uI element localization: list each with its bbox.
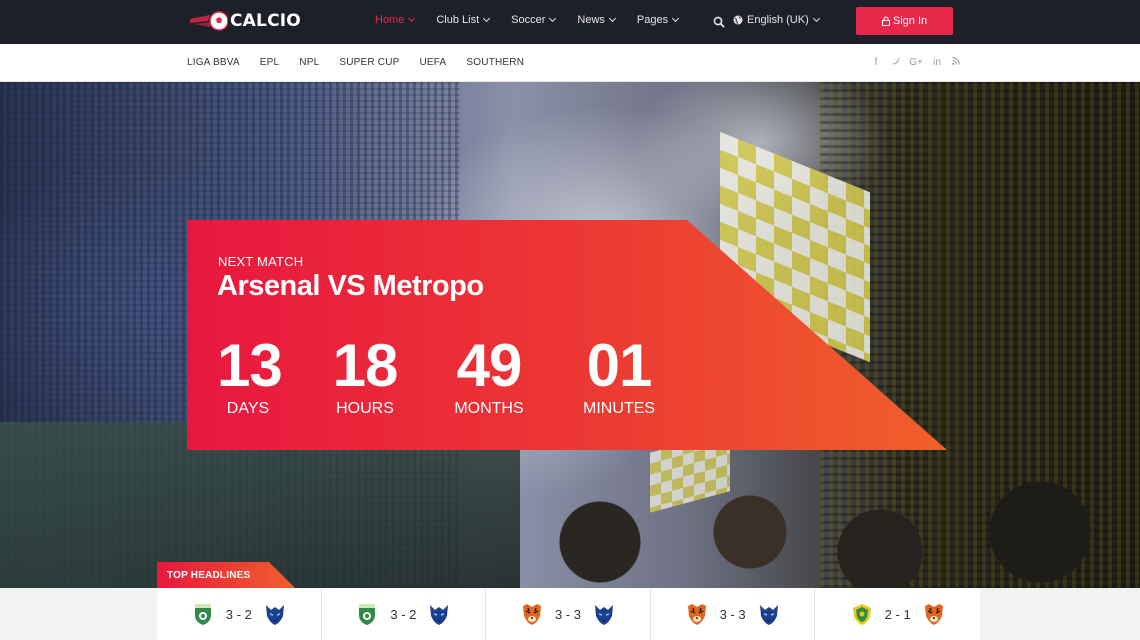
green-shield-crest-icon [359, 604, 376, 625]
game-result[interactable]: 3 - 2 [157, 588, 322, 640]
rss-icon[interactable] [951, 57, 961, 68]
game-score: 3 - 3 [554, 606, 581, 622]
league-link[interactable]: NPL [299, 57, 319, 68]
game-score: 3 - 2 [390, 606, 417, 622]
game-score: 3 - 2 [225, 606, 252, 622]
search-icon[interactable] [713, 15, 725, 28]
fans-image [520, 462, 1140, 588]
countdown-hours: 18 HOURS [332, 332, 399, 418]
match-title[interactable]: Arsenal VS Metropo [217, 270, 484, 303]
chevron-down-icon [812, 14, 820, 23]
twitter-icon[interactable] [890, 57, 900, 68]
nav-item-label: Soccer [511, 14, 546, 26]
game-score: 2 - 1 [884, 606, 911, 622]
facebook-icon[interactable]: f [871, 57, 881, 68]
countdown-unit: MONTHS [454, 400, 524, 417]
scores-strip: 3 - 2 3 - 2 3 - 3 3 - 3 2 - 1 [157, 588, 980, 640]
chevron-down-icon [608, 14, 616, 23]
language-selector[interactable]: English (UK) [733, 14, 820, 26]
sign-in-button[interactable]: Sign In [856, 7, 953, 35]
nav-item-label: Pages [636, 14, 669, 26]
countdown-unit: DAYS [226, 400, 270, 417]
main-nav: Home Club List Soccer News Pages [375, 14, 700, 26]
globe-icon [733, 15, 743, 25]
blue-wolf-crest-icon [265, 605, 284, 625]
countdown-value: 01 [586, 332, 653, 399]
nav-item-club-list[interactable]: Club List [436, 14, 491, 26]
nav-item-news[interactable]: News [577, 14, 616, 26]
league-bar: LIGA BBVA EPL NPL SUPER CUP UEFA SOUTHER… [0, 44, 1140, 82]
sign-in-label: Sign In [892, 15, 928, 27]
league-links: LIGA BBVA EPL NPL SUPER CUP UEFA SOUTHER… [187, 57, 544, 68]
tiger-crest-icon [687, 604, 706, 625]
linkedin-icon[interactable]: in [932, 57, 942, 68]
soccer-ball-logo-icon [188, 9, 229, 33]
league-link[interactable]: LIGA BBVA [187, 57, 240, 68]
nav-item-home[interactable]: Home [375, 14, 416, 26]
social-links: f G+ in [871, 57, 970, 68]
game-score: 3 - 3 [719, 606, 746, 622]
nav-item-label: Home [375, 14, 405, 26]
chevron-down-icon [672, 14, 680, 23]
nav-item-pages[interactable]: Pages [636, 14, 680, 26]
nav-item-label: News [577, 14, 605, 26]
language-label: English (UK) [747, 14, 809, 26]
yellow-green-crest-icon [852, 604, 871, 625]
blue-wolf-crest-icon [430, 605, 449, 625]
blue-wolf-crest-icon [759, 605, 778, 625]
green-shield-crest-icon [194, 604, 211, 625]
countdown-value: 49 [456, 332, 523, 399]
tiger-crest-icon [924, 604, 943, 625]
league-link[interactable]: UEFA [420, 57, 447, 68]
chevron-down-icon [549, 14, 557, 23]
countdown-value: 13 [217, 332, 283, 399]
next-match-label: NEXT MATCH [218, 254, 304, 269]
league-link[interactable]: EPL [260, 57, 280, 68]
google-plus-icon[interactable]: G+ [909, 57, 923, 68]
blue-wolf-crest-icon [594, 605, 613, 625]
chevron-down-icon [408, 14, 416, 23]
lock-icon [881, 16, 890, 26]
countdown-unit: HOURS [336, 400, 394, 417]
game-result[interactable]: 2 - 1 [815, 588, 980, 640]
nav-item-label: Club List [436, 14, 480, 26]
countdown-months: 49 MONTHS [450, 332, 528, 418]
chevron-down-icon [483, 14, 491, 23]
league-link[interactable]: SOUTHERN [466, 57, 524, 68]
brand-name: CALCIO [230, 11, 301, 31]
countdown-minutes: 01 MINUTES [578, 332, 660, 418]
countdown-value: 18 [332, 332, 399, 399]
game-result[interactable]: 3 - 3 [486, 588, 651, 640]
game-result[interactable]: 3 - 2 [322, 588, 487, 640]
nav-item-soccer[interactable]: Soccer [511, 14, 557, 26]
countdown-days: 13 DAYS [217, 332, 283, 418]
countdown-unit: MINUTES [583, 400, 655, 417]
league-link[interactable]: SUPER CUP [339, 57, 399, 68]
site-logo[interactable]: CALCIO [188, 9, 301, 33]
top-navbar: CALCIO Home Club List Soccer News Pages … [0, 0, 1140, 44]
game-result[interactable]: 3 - 3 [651, 588, 816, 640]
tiger-crest-icon [522, 604, 541, 625]
